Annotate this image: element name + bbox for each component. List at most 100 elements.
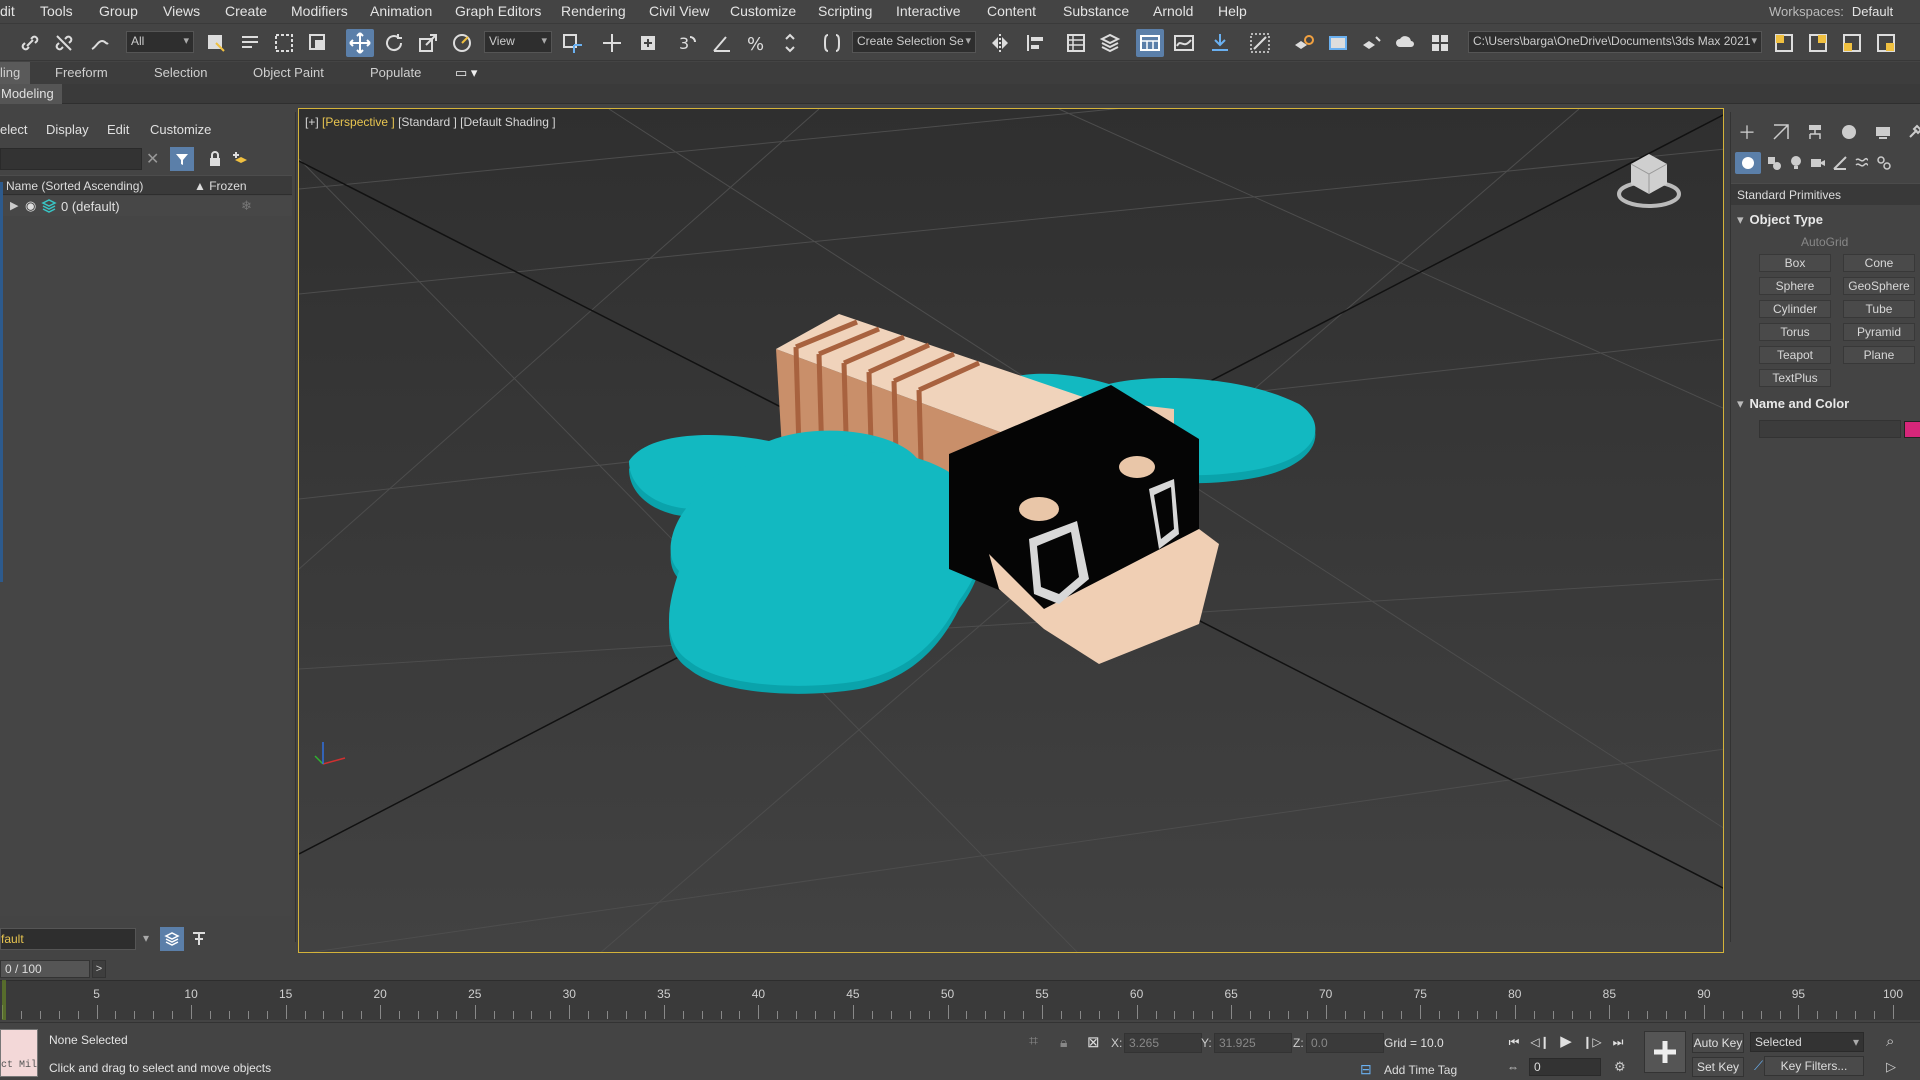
key-filters-button[interactable]: Key Filters... (1764, 1056, 1864, 1076)
viewport-general-menu[interactable]: [+] (305, 115, 319, 129)
motion-tab-icon[interactable] (1835, 118, 1863, 146)
spinner-snap-icon[interactable] (776, 29, 804, 57)
bind-space-warp-icon[interactable] (86, 29, 114, 57)
rendered-frame-window-icon[interactable] (1324, 29, 1352, 57)
key-mode-icon[interactable] (598, 29, 626, 57)
cone-button[interactable]: Cone (1843, 254, 1915, 272)
lock-icon[interactable] (206, 150, 224, 168)
field-of-view-icon[interactable]: ▷ (1886, 1059, 1896, 1075)
ribbon-tab-object-paint[interactable]: Object Paint (253, 65, 324, 80)
menu-graph-editors[interactable]: Graph Editors (455, 3, 541, 19)
reference-coordinate-dropdown[interactable]: View (484, 31, 552, 53)
object-color-swatch[interactable] (1904, 421, 1920, 438)
zoom-icon[interactable]: ⌕ (1886, 1033, 1894, 1050)
named-selection-set-dropdown[interactable]: Create Selection Se (852, 31, 976, 53)
previous-frame-icon[interactable]: ◁❙ (1529, 1031, 1551, 1053)
menu-customize[interactable]: Customize (730, 3, 796, 19)
workspace-layout-2-icon[interactable] (1804, 29, 1832, 57)
modify-tab-icon[interactable] (1767, 118, 1795, 146)
textplus-button[interactable]: TextPlus (1759, 369, 1831, 387)
link-icon[interactable] (16, 29, 44, 57)
space-warps-icon[interactable] (1851, 152, 1873, 174)
render-production-icon[interactable] (1358, 29, 1386, 57)
tube-button[interactable]: Tube (1843, 300, 1915, 318)
auto-key-button[interactable]: Auto Key (1692, 1033, 1744, 1053)
explorer-menu-display[interactable]: Display (46, 122, 89, 137)
angle-snap-icon[interactable] (708, 29, 736, 57)
pivot-center-icon[interactable] (558, 29, 586, 57)
absolute-mode-icon[interactable]: ⊠ (1087, 1033, 1100, 1051)
clear-search-icon[interactable]: ✕ (146, 149, 159, 169)
primitive-category-dropdown[interactable]: Standard Primitives (1731, 183, 1920, 205)
project-folder-dropdown[interactable]: C:\Users\barga\OneDrive\Documents\3ds Ma… (1468, 31, 1762, 53)
menu-create[interactable]: Create (225, 3, 267, 19)
render-setup-icon[interactable] (1290, 29, 1318, 57)
explorer-menu-edit[interactable]: Edit (107, 122, 129, 137)
mirror-icon[interactable] (986, 29, 1014, 57)
track-bar[interactable]: 5 10 15 20 25 30 35 40 45 50 55 60 65 70 75 80 85 90 95 100 (0, 980, 1920, 1020)
filter-icon[interactable] (170, 147, 194, 171)
expand-arrow-icon[interactable]: ▶ (10, 199, 18, 212)
time-tag-icon[interactable]: ⊟ (1360, 1061, 1372, 1078)
go-to-start-icon[interactable]: ⏮ (1503, 1031, 1525, 1053)
geometry-icon[interactable] (1735, 152, 1761, 174)
select-and-rotate-icon[interactable] (380, 29, 408, 57)
next-frame-icon[interactable]: ❙▷ (1581, 1031, 1603, 1053)
menu-rendering[interactable]: Rendering (561, 3, 626, 19)
select-by-name-icon[interactable] (236, 29, 264, 57)
ribbon-modeling-label[interactable]: Modeling (0, 84, 62, 104)
go-to-end-icon[interactable]: ⏭ (1607, 1031, 1629, 1053)
workspace-layout-3-icon[interactable] (1838, 29, 1866, 57)
ribbon-options-icon[interactable]: ▭ ▾ (455, 65, 477, 81)
render-online-gallery-icon[interactable] (1426, 29, 1454, 57)
explorer-menu-select[interactable]: elect (0, 122, 27, 137)
teapot-button[interactable]: Teapot (1759, 346, 1831, 364)
display-tab-icon[interactable] (1869, 118, 1897, 146)
menu-interactive[interactable]: Interactive (896, 3, 961, 19)
create-tab-icon[interactable]: ＋ (1733, 118, 1761, 146)
workspaces-selector[interactable]: Workspaces: Default (1769, 4, 1893, 19)
play-icon[interactable]: ▶ (1555, 1031, 1577, 1053)
shapes-icon[interactable] (1763, 152, 1785, 174)
object-name-field[interactable] (1759, 420, 1901, 438)
menu-edit[interactable]: dit (0, 3, 15, 19)
ribbon-tab-freeform[interactable]: Freeform (55, 65, 108, 80)
selection-lock-icon[interactable]: 🔒︎ (1060, 1034, 1067, 1051)
pyramid-button[interactable]: Pyramid (1843, 323, 1915, 341)
snaps-toggle-icon[interactable]: 3 (674, 29, 702, 57)
key-set-dropdown[interactable]: Selected (1750, 1032, 1864, 1052)
select-and-move-icon[interactable] (346, 29, 374, 57)
workspace-layout-1-icon[interactable] (1770, 29, 1798, 57)
box-button[interactable]: Box (1759, 254, 1831, 272)
ribbon-tab-populate[interactable]: Populate (370, 65, 421, 80)
column-frozen[interactable]: ▲ Frozen (194, 179, 247, 193)
ribbon-tab-modeling[interactable]: ling (0, 65, 20, 80)
perspective-viewport[interactable]: [+] [Perspective ] [Standard ] [Default … (298, 108, 1724, 953)
schematic-view-icon[interactable] (1206, 29, 1234, 57)
column-name[interactable]: Name (Sorted Ascending) (6, 179, 143, 193)
render-in-cloud-icon[interactable] (1392, 29, 1420, 57)
default-in-out-tangents-icon[interactable]: ⟋ (1754, 1058, 1763, 1074)
curve-editor-icon[interactable] (1170, 29, 1198, 57)
material-editor-icon[interactable] (1246, 29, 1274, 57)
menu-help[interactable]: Help (1218, 3, 1247, 19)
select-and-scale-icon[interactable] (414, 29, 442, 57)
object-type-rollout-title[interactable]: Object Type (1737, 212, 1823, 228)
geosphere-button[interactable]: GeoSphere (1843, 277, 1915, 295)
z-coordinate-field[interactable]: 0.0 (1306, 1033, 1384, 1053)
menu-tools[interactable]: Tools (40, 3, 73, 19)
systems-icon[interactable] (1873, 152, 1895, 174)
select-object-icon[interactable] (202, 29, 230, 57)
menu-group[interactable]: Group (99, 3, 138, 19)
menu-modifiers[interactable]: Modifiers (291, 3, 348, 19)
utilities-tab-icon[interactable] (1901, 118, 1920, 146)
time-slider[interactable]: 0 / 100 (0, 960, 90, 978)
toggle-ribbon-icon[interactable] (1136, 29, 1164, 57)
selection-filter-dropdown[interactable]: All (126, 31, 194, 53)
freeze-icon[interactable]: ❄ (241, 198, 252, 214)
set-keys-icon[interactable] (1644, 1031, 1686, 1073)
next-frame-button[interactable]: > (92, 960, 106, 978)
viewport-standard-menu[interactable]: [Standard ] (398, 115, 457, 129)
sort-by-hierarchy-icon[interactable] (190, 930, 208, 948)
sphere-button[interactable]: Sphere (1759, 277, 1831, 295)
